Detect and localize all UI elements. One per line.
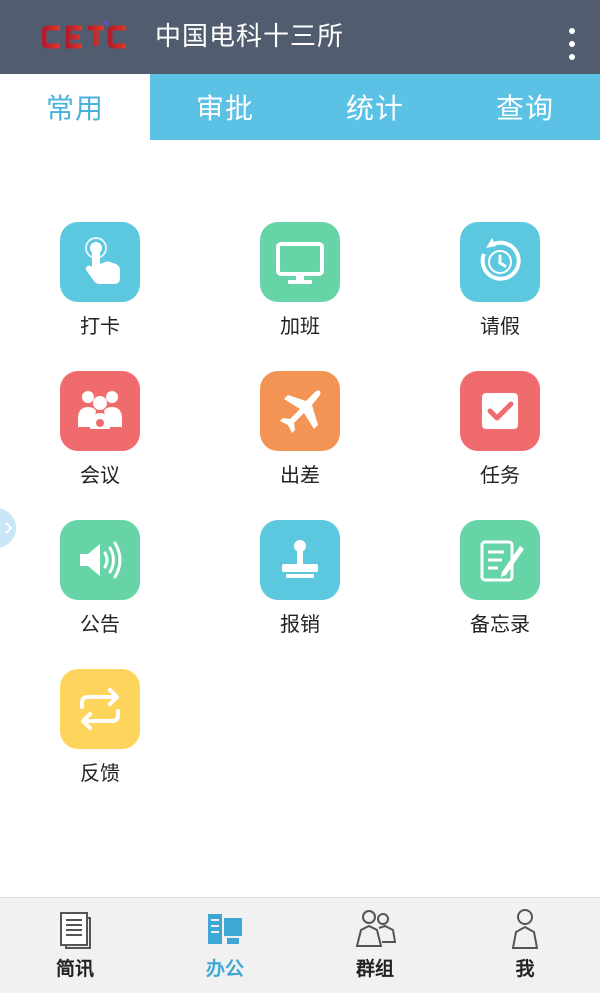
nav-messages[interactable]: 简讯 [0,898,150,993]
cetc-logo [41,18,132,56]
swap-arrows-icon [60,669,140,749]
airplane-icon [260,371,340,451]
tab-query[interactable]: 查询 [450,74,600,140]
people-group-icon [60,371,140,451]
bottom-navigation: 简讯 办公 群组 我 [0,897,600,993]
more-vertical-icon[interactable] [566,28,578,60]
app-meeting[interactable]: 会议 [0,371,200,511]
app-root: 中国电科十三所 常用 审批 统计 查询 打卡 加班 请假 会议 出差 任务 公告… [0,0,600,993]
app-label: 备忘录 [470,612,530,636]
app-business-trip[interactable]: 出差 [200,371,400,511]
app-label: 出差 [280,463,320,487]
office-icon [203,908,247,952]
app-reimbursement[interactable]: 报销 [200,520,400,660]
app-feedback[interactable]: 反馈 [0,669,200,809]
tab-common[interactable]: 常用 [0,74,150,140]
group-icon [353,908,397,952]
app-title: 中国电科十三所 [155,22,345,52]
app-label: 反馈 [80,761,120,785]
person-icon [503,908,547,952]
nav-label: 我 [515,958,535,980]
nav-label: 办公 [205,958,244,980]
nav-me[interactable]: 我 [450,898,600,993]
app-task[interactable]: 任务 [400,371,600,511]
nav-office[interactable]: 办公 [150,898,300,993]
document-icon [53,908,97,952]
app-announcement[interactable]: 公告 [0,520,200,660]
app-label: 加班 [280,314,320,338]
tab-approval[interactable]: 审批 [150,74,300,140]
app-header: 中国电科十三所 [0,0,600,74]
app-leave[interactable]: 请假 [400,222,600,362]
app-label: 打卡 [80,314,120,338]
memo-pen-icon [460,520,540,600]
app-label: 公告 [80,612,120,636]
nav-label: 简讯 [55,958,94,980]
category-tabs: 常用 审批 统计 查询 [0,74,600,140]
touch-hand-icon [60,222,140,302]
checkbox-icon [460,371,540,451]
monitor-icon [260,222,340,302]
nav-label: 群组 [355,958,394,980]
app-label: 请假 [480,314,520,338]
stamp-icon [260,520,340,600]
app-label: 任务 [480,463,520,487]
app-clock-in[interactable]: 打卡 [0,222,200,362]
tab-statistics[interactable]: 统计 [300,74,450,140]
app-memo[interactable]: 备忘录 [400,520,600,660]
nav-groups[interactable]: 群组 [300,898,450,993]
app-label: 会议 [80,463,120,487]
clock-refresh-icon [460,222,540,302]
app-label: 报销 [280,612,320,636]
speaker-icon [60,520,140,600]
app-overtime[interactable]: 加班 [200,222,400,362]
chevron-right-icon [5,522,13,534]
